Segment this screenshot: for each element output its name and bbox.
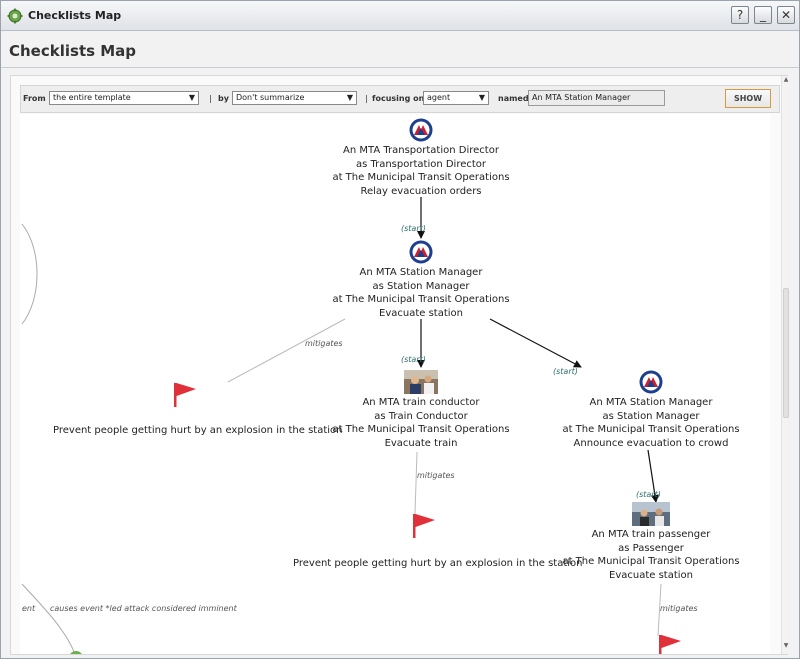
node-task: Relay evacuation orders xyxy=(360,185,482,197)
node-task: Announce evacuation to crowd xyxy=(573,437,729,449)
scrollbar-thumb[interactable] xyxy=(783,288,789,418)
partial-edge xyxy=(21,583,76,654)
dropdown-arrow-icon: ▼ xyxy=(188,93,195,102)
dropdown-arrow-icon: ▼ xyxy=(478,93,485,102)
toolbar-separator: | xyxy=(365,94,368,103)
page-title: Checklists Map xyxy=(9,42,137,60)
partial-edge xyxy=(21,223,38,325)
red-flag-icon[interactable] xyxy=(411,513,437,539)
node-role: as Station Manager xyxy=(602,410,700,422)
checklist-node-station-manager-announce[interactable]: An MTA Station Manager as Station Manage… xyxy=(551,370,751,450)
named-label: named xyxy=(498,94,529,103)
start-edge-label: (start) xyxy=(401,355,426,364)
mitigates-edge-label: mitigates xyxy=(417,471,455,480)
checklist-node-train-passenger[interactable]: An MTA train passenger as Passenger at T… xyxy=(551,502,751,582)
by-label: by xyxy=(218,94,229,103)
red-flag-icon[interactable] xyxy=(657,634,683,654)
red-flag-icon[interactable] xyxy=(172,382,198,408)
mta-logo-icon xyxy=(639,370,663,394)
scroll-down-icon[interactable]: ▼ xyxy=(782,642,790,652)
checklist-node-train-conductor[interactable]: An MTA train conductor as Train Conducto… xyxy=(321,370,521,450)
node-agent: An MTA Transportation Director xyxy=(343,145,499,156)
dropdown-arrow-icon: ▼ xyxy=(346,93,353,102)
vertical-scrollbar[interactable]: ▲ ▼ xyxy=(781,76,789,654)
by-select[interactable]: Don't summarize ▼ xyxy=(232,91,357,105)
by-select-value: Don't summarize xyxy=(236,93,305,102)
node-organization: at The Municipal Transit Operations xyxy=(332,172,510,183)
node-organization: at The Municipal Transit Operations xyxy=(562,424,740,435)
causes-event-edge-label: causes event *led attack considered immi… xyxy=(50,604,237,613)
node-agent: An MTA Station Manager xyxy=(589,397,713,408)
toolbar-separator: | xyxy=(209,94,212,103)
event-edge-label: ent xyxy=(22,604,36,613)
focusing-select[interactable]: agent ▼ xyxy=(423,91,489,105)
minimize-button[interactable]: _ xyxy=(754,6,772,24)
named-input[interactable]: An MTA Station Manager xyxy=(528,90,665,106)
minimize-icon: _ xyxy=(760,8,766,22)
node-agent: An MTA train conductor xyxy=(362,397,480,408)
map-panel: From the entire template ▼ | by Don't su… xyxy=(10,75,789,655)
from-label: From xyxy=(23,94,46,103)
filter-toolbar: From the entire template ▼ | by Don't su… xyxy=(20,85,780,113)
node-role: as Transportation Director xyxy=(355,158,487,170)
header-divider xyxy=(1,67,799,68)
passenger-photo-icon xyxy=(632,502,670,526)
help-icon: ? xyxy=(736,8,744,22)
node-organization: at The Municipal Transit Operations xyxy=(332,424,510,435)
mta-logo-icon xyxy=(409,118,433,142)
mta-logo-icon xyxy=(409,240,433,264)
map-canvas[interactable]: (start) (start) (start) (start) mitigate… xyxy=(20,114,770,654)
start-edge xyxy=(489,318,582,368)
window-title: Checklists Map xyxy=(28,9,122,22)
focusing-on-label: focusing on xyxy=(372,94,425,103)
node-role: as Passenger xyxy=(618,542,684,554)
title-bar: Checklists Map ? _ ✕ xyxy=(1,1,799,31)
node-role: as Train Conductor xyxy=(374,410,468,422)
event-node-icon xyxy=(70,651,82,654)
node-task: Evacuate station xyxy=(379,307,463,319)
node-organization: at The Municipal Transit Operations xyxy=(332,294,510,305)
named-input-value: An MTA Station Manager xyxy=(532,93,631,102)
checklist-node-director[interactable]: An MTA Transportation Director as Transp… xyxy=(321,118,521,198)
conductor-photo-icon xyxy=(404,370,438,394)
node-agent: An MTA Station Manager xyxy=(359,267,483,278)
help-button[interactable]: ? xyxy=(731,6,749,24)
mitigates-edge-label: mitigates xyxy=(305,339,343,348)
app-gear-icon xyxy=(7,8,23,24)
node-task: Evacuate station xyxy=(609,569,693,581)
mitigates-edge xyxy=(414,451,418,515)
start-edge-label: (start) xyxy=(636,490,661,499)
node-task: Evacuate train xyxy=(384,437,458,449)
node-agent: An MTA train passenger xyxy=(591,529,711,540)
scroll-up-icon[interactable]: ▲ xyxy=(782,76,790,86)
show-button[interactable]: SHOW xyxy=(725,89,771,108)
from-select-value: the entire template xyxy=(53,93,131,102)
risk-label: Prevent people getting hurt by an explos… xyxy=(293,558,583,569)
checklists-map-window: Checklists Map ? _ ✕ Checklists Map From… xyxy=(0,0,800,659)
mitigates-edge-label: mitigates xyxy=(660,604,698,613)
risk-label: Prevent people getting hurt by an explos… xyxy=(53,425,343,436)
close-icon: ✕ xyxy=(780,8,792,22)
start-edge-label: (start) xyxy=(401,224,426,233)
from-select[interactable]: the entire template ▼ xyxy=(49,91,199,105)
focusing-select-value: agent xyxy=(427,93,451,102)
checklist-node-station-manager[interactable]: An MTA Station Manager as Station Manage… xyxy=(321,240,521,320)
close-button[interactable]: ✕ xyxy=(777,6,795,24)
node-role: as Station Manager xyxy=(372,280,470,292)
